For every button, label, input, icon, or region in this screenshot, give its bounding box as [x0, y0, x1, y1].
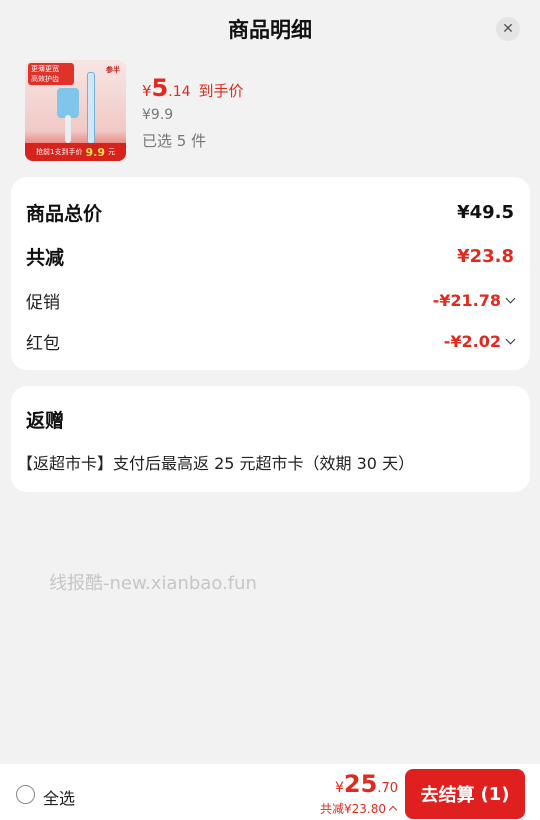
selected-quantity: 已选 5 件: [142, 132, 207, 150]
red-packet-value: -¥2.02: [443, 332, 501, 351]
red-packet-row[interactable]: 红包 -¥2.02: [26, 329, 516, 354]
product-image-price-badge: 抢前1支到手价 9.9 元: [25, 143, 126, 161]
discount-value: ¥23.8: [457, 246, 514, 267]
gift-card: 返赠 【返超市卡】支付后最高返 25 元超市卡（效期 30 天）: [11, 386, 530, 492]
chevron-up-icon: [388, 805, 398, 815]
gift-heading: 返赠: [26, 410, 65, 432]
toothbrush-head-illustration: [57, 88, 79, 118]
total-price-row: 商品总价 ¥49.5: [26, 202, 514, 225]
product-image-tag: 更薄更宽 高效护齿: [28, 63, 74, 85]
close-button[interactable]: ✕: [496, 17, 520, 41]
chevron-down-icon: [505, 334, 516, 345]
close-icon: ✕: [502, 21, 514, 37]
price-breakdown-card: 商品总价 ¥49.5 共减 ¥23.8 促销 -¥21.78 红包 -¥2.02: [11, 177, 530, 370]
checkout-button[interactable]: 去结算 (1): [405, 769, 525, 819]
product-summary: 更薄更宽 高效护齿 参半 抢前1支到手价 9.9 元 ¥ 5 .14 到手价 ¥…: [25, 60, 515, 164]
total-payable: ¥ 25 .70: [335, 770, 399, 798]
select-all-label[interactable]: 全选: [43, 785, 75, 809]
total-price-value: ¥49.5: [457, 202, 514, 223]
chevron-down-icon: [505, 293, 516, 304]
header: 商品明细 ✕: [0, 0, 540, 58]
promotion-row[interactable]: 促销 -¥21.78: [26, 288, 516, 313]
product-image[interactable]: 更薄更宽 高效护齿 参半 抢前1支到手价 9.9 元: [25, 60, 126, 161]
final-price: ¥ 5 .14 到手价: [142, 74, 244, 102]
gift-description: 【返超市卡】支付后最高返 25 元超市卡（效期 30 天）: [17, 454, 415, 473]
checkout-bar: 全选 ¥ 25 .70 共减¥23.80 去结算 (1): [0, 764, 540, 820]
discount-row: 共减 ¥23.8: [26, 246, 514, 269]
original-price: ¥9.9: [142, 107, 174, 123]
select-all-radio[interactable]: [16, 785, 35, 804]
toothbrush-handle-illustration: [65, 115, 71, 143]
page-title: 商品明细: [228, 18, 312, 42]
final-price-label: 到手价: [198, 82, 244, 100]
product-image-brand: 参半: [106, 66, 120, 74]
promotion-value: -¥21.78: [432, 291, 501, 310]
watermark: 线报酷-new.xianbao.fun: [49, 573, 257, 594]
saved-amount-toggle[interactable]: 共减¥23.80: [320, 800, 398, 817]
toothbrush-package-illustration: [87, 72, 95, 144]
